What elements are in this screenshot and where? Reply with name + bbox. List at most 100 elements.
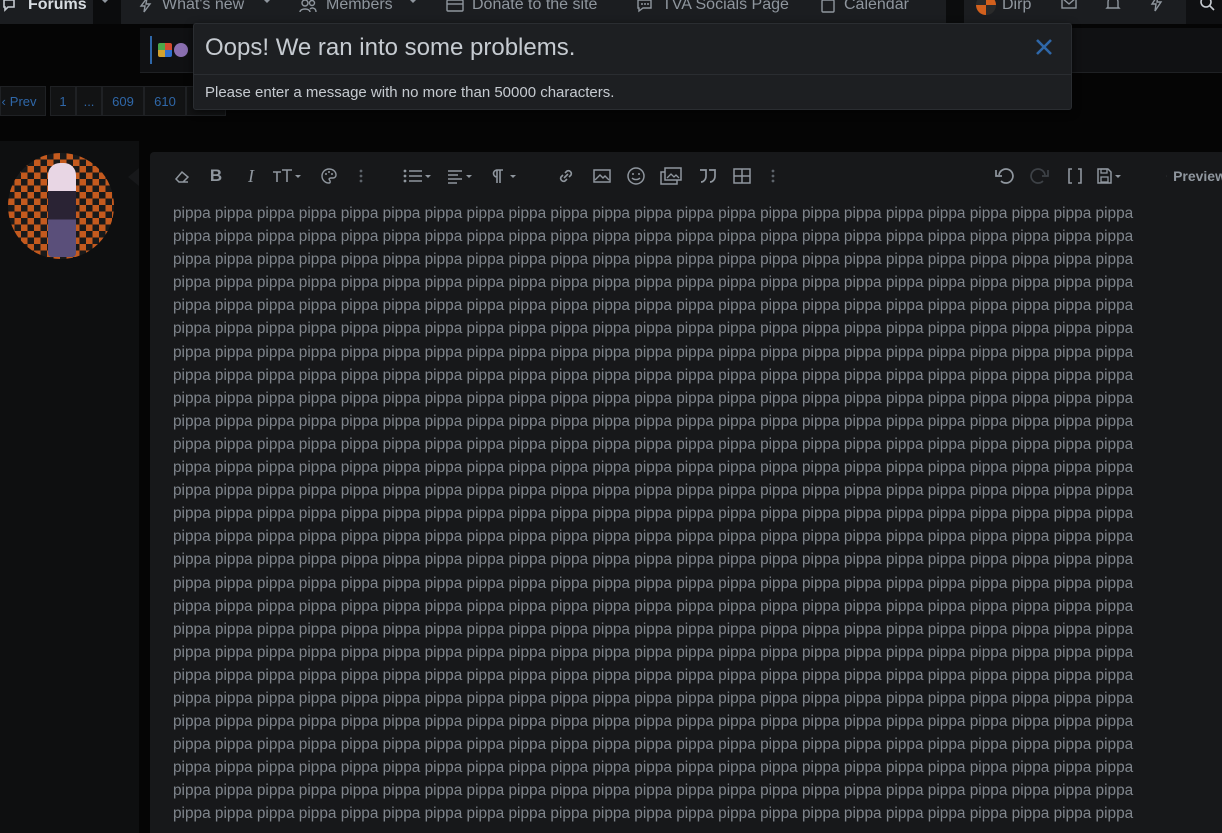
content-line: pippa pippa pippa pippa pippa pippa pipp… (173, 551, 1134, 569)
font-size-button[interactable] (270, 165, 304, 187)
content-line: pippa pippa pippa pippa pippa pippa pipp… (173, 620, 1134, 638)
nav-divider (946, 0, 964, 24)
chevron-left-icon: ‹ (1, 93, 6, 109)
message-arrow (128, 168, 139, 186)
forum-icon (158, 43, 172, 57)
paragraph-icon (492, 169, 516, 183)
whats-new-dropdown-caret[interactable] (256, 0, 278, 14)
link-icon (559, 169, 573, 183)
preview-label: Preview (1173, 168, 1222, 184)
whats-new-button[interactable] (1148, 0, 1166, 17)
more-vertical-icon (771, 169, 775, 183)
alerts-button[interactable] (1104, 0, 1122, 17)
editor-toolbar: B I Preview (150, 152, 1222, 200)
thread-icon (150, 36, 194, 64)
content-line: pippa pippa pippa pippa pippa pippa pipp… (173, 228, 1134, 246)
error-overlay: Oops! We ran into some problems. Please … (193, 23, 1072, 110)
paint-palette-icon (321, 168, 337, 184)
error-message: Please enter a message with no more than… (205, 84, 615, 101)
nav-donate[interactable]: Donate to the site (446, 0, 597, 17)
smiley-icon (627, 167, 645, 185)
toggle-bbcode-icon (1068, 168, 1082, 184)
content-line: pippa pippa pippa pippa pippa pippa pipp… (173, 320, 1134, 338)
nav-whats-new[interactable]: What's new (138, 0, 244, 17)
italic-icon: I (248, 165, 254, 186)
pagination-page[interactable]: 610 (144, 86, 186, 116)
user-menu[interactable]: Dirp (976, 0, 1031, 17)
color-button[interactable] (318, 165, 340, 187)
pagination-page[interactable]: 609 (102, 86, 144, 116)
top-navigation: Forums What's new Members Donate to the … (0, 0, 1222, 24)
drafts-icon (1097, 168, 1121, 184)
undo-button[interactable] (992, 165, 1018, 187)
more-insert-options-button[interactable] (766, 165, 780, 187)
error-title: Oops! We ran into some problems. (205, 34, 576, 61)
content-line: pippa pippa pippa pippa pippa pippa pipp… (173, 597, 1134, 615)
more-text-options-button[interactable] (354, 165, 368, 187)
nav-members[interactable]: Members (298, 0, 393, 17)
align-icon (448, 170, 472, 184)
nav-divider (117, 0, 121, 24)
bold-icon: B (209, 166, 223, 185)
avatar-figure (48, 163, 76, 257)
divider (194, 74, 1071, 75)
nav-forums[interactable]: Forums (2, 0, 87, 17)
pagination-page[interactable]: 1 (50, 86, 76, 116)
content-line: pippa pippa pippa pippa pippa pippa pipp… (173, 343, 1134, 361)
content-line: pippa pippa pippa pippa pippa pippa pipp… (173, 297, 1134, 315)
clear-formatting-button[interactable] (170, 165, 194, 187)
nav-whats-new-label: What's new (162, 0, 245, 13)
pagination-prev[interactable]: ‹ Prev (0, 86, 46, 116)
search-button[interactable] (1186, 0, 1222, 24)
nav-socials-label: TVA Socials Page (662, 0, 789, 13)
bold-button[interactable]: B (206, 165, 226, 187)
table-button[interactable] (730, 165, 754, 187)
message-editor: B I Preview pippa pippa pippa pippa pipp… (150, 152, 1222, 833)
media-button[interactable] (658, 165, 684, 187)
avatar (976, 0, 996, 15)
comment-dots-icon (637, 0, 652, 13)
avatar[interactable] (8, 153, 114, 259)
content-line: pippa pippa pippa pippa pippa pippa pipp… (173, 435, 1134, 453)
drafts-button[interactable] (1094, 165, 1128, 187)
chevron-down-icon (264, 0, 270, 3)
toggle-bbcode-button[interactable] (1063, 165, 1087, 187)
pagination-ellipsis[interactable]: ... (76, 86, 102, 116)
message-content[interactable]: pippa pippa pippa pippa pippa pippa pipp… (173, 202, 1222, 833)
content-line: pippa pippa pippa pippa pippa pippa pipp… (173, 528, 1134, 546)
link-button[interactable] (554, 165, 578, 187)
nav-calendar[interactable]: Calendar (820, 0, 909, 17)
members-dropdown-caret[interactable] (402, 0, 424, 14)
nav-calendar-label: Calendar (844, 0, 909, 13)
nav-socials[interactable]: TVA Socials Page (636, 0, 789, 17)
preview-button[interactable]: Preview (1166, 165, 1222, 187)
bolt-icon (139, 0, 152, 13)
content-line: pippa pippa pippa pippa pippa pippa pipp… (173, 389, 1134, 407)
forums-dropdown-caret[interactable] (94, 0, 116, 14)
username: Dirp (1002, 0, 1032, 13)
content-line: pippa pippa pippa pippa pippa pippa pipp… (173, 782, 1134, 800)
content-line: pippa pippa pippa pippa pippa pippa pipp… (173, 736, 1134, 754)
bell-icon (1105, 0, 1121, 9)
smilies-button[interactable] (624, 165, 648, 187)
redo-button[interactable] (1026, 165, 1052, 187)
content-line: pippa pippa pippa pippa pippa pippa pipp… (173, 274, 1134, 292)
credit-card-icon (446, 0, 464, 12)
content-line: pippa pippa pippa pippa pippa pippa pipp… (173, 251, 1134, 269)
content-line: pippa pippa pippa pippa pippa pippa pipp… (173, 805, 1134, 823)
content-line: pippa pippa pippa pippa pippa pippa pipp… (173, 759, 1134, 777)
chevron-down-icon (102, 0, 108, 3)
list-button[interactable] (402, 165, 434, 187)
content-line: pippa pippa pippa pippa pippa pippa pipp… (173, 666, 1134, 684)
align-button[interactable] (446, 165, 478, 187)
preview-icon (1166, 175, 1168, 177)
forum-avatar-icon (174, 43, 188, 57)
image-button[interactable] (590, 165, 614, 187)
quote-button[interactable] (695, 165, 721, 187)
italic-button[interactable]: I (241, 165, 261, 187)
font-size-icon (273, 169, 301, 182)
paragraph-button[interactable] (490, 165, 522, 187)
close-button[interactable] (1034, 37, 1054, 57)
list-icon (403, 169, 431, 183)
conversations-button[interactable] (1060, 0, 1078, 17)
